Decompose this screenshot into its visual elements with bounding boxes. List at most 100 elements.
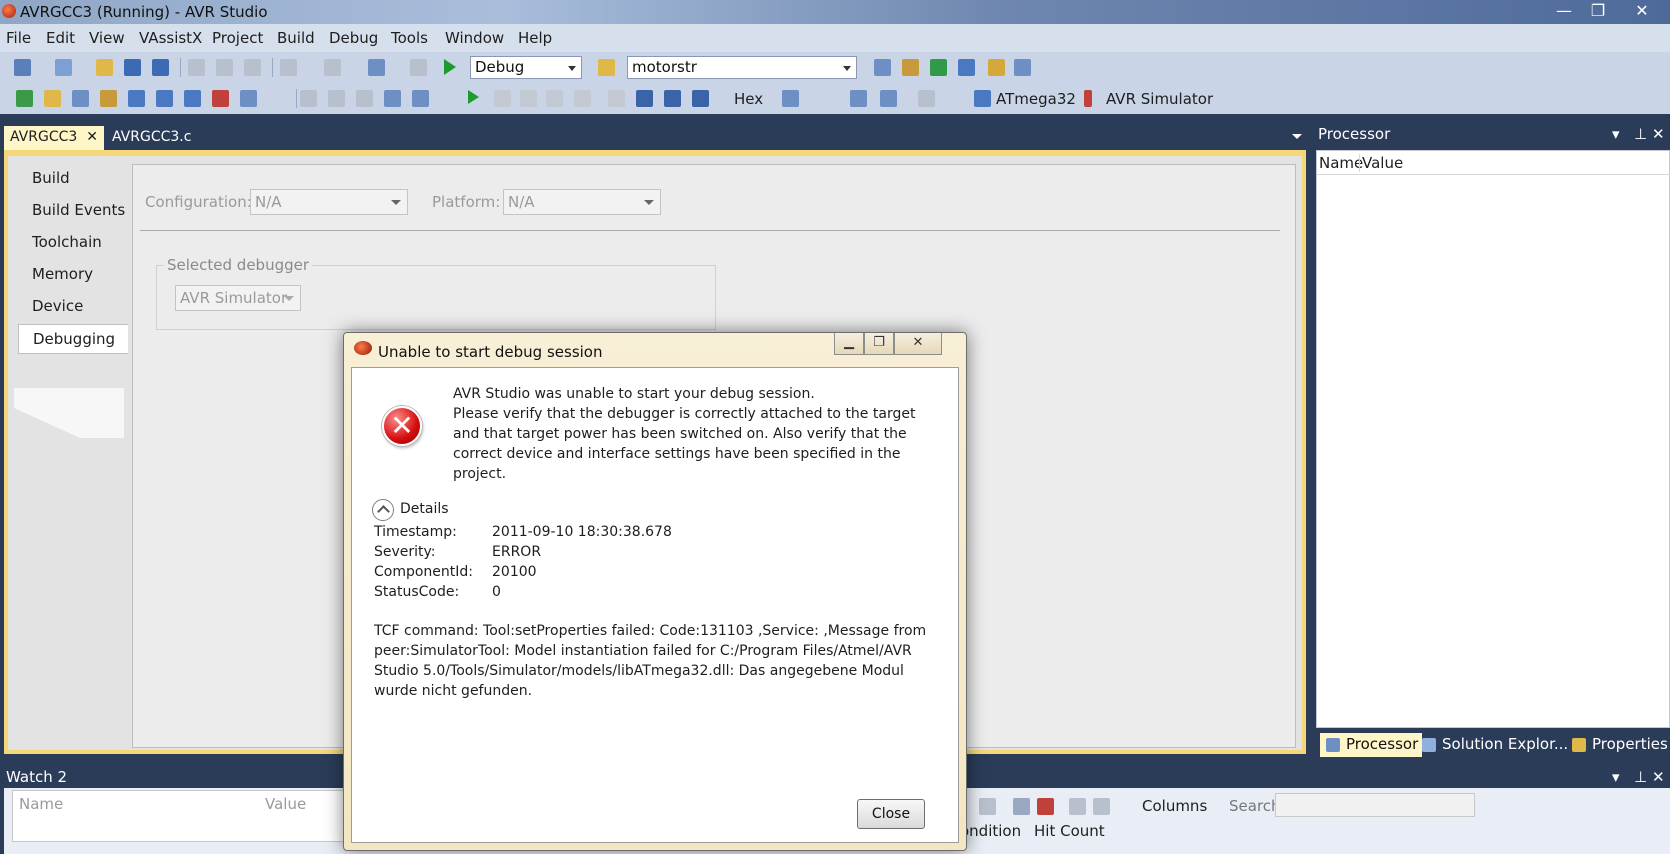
stop-icon[interactable] xyxy=(520,90,537,107)
close-panel-icon[interactable]: ✕ xyxy=(1652,125,1665,143)
tab-build[interactable]: Build xyxy=(18,164,128,194)
save-all-icon[interactable] xyxy=(152,59,169,76)
close-tab-icon[interactable]: ✕ xyxy=(86,129,98,145)
open-file-icon[interactable] xyxy=(44,90,61,107)
tab-avrgcc3-c[interactable]: AVRGCC3.c xyxy=(106,126,197,150)
platform-select[interactable]: N/A xyxy=(503,189,661,215)
menu-window[interactable]: Window xyxy=(445,29,504,47)
maximize-button[interactable]: ❐ xyxy=(1580,0,1616,22)
bp-column-hit-count[interactable]: Hit Count xyxy=(1034,822,1105,840)
import-icon[interactable] xyxy=(1093,798,1110,815)
menu-project[interactable]: Project xyxy=(212,29,263,47)
tab-debugging[interactable]: Debugging xyxy=(18,324,128,354)
step-over-icon[interactable] xyxy=(664,90,681,107)
tab-solution-explorer[interactable]: Solution Explor... xyxy=(1416,733,1572,757)
step-into-icon[interactable] xyxy=(636,90,653,107)
pin-icon[interactable]: ⊥ xyxy=(1634,125,1647,143)
columns-button[interactable]: Columns xyxy=(1142,797,1207,815)
tab-memory[interactable]: Memory xyxy=(18,260,128,290)
reset-icon[interactable] xyxy=(546,90,563,107)
watch-dropdown-icon[interactable]: ▾ xyxy=(1612,768,1620,786)
delete-breakpoint-icon[interactable] xyxy=(979,798,996,815)
menu-build[interactable]: Build xyxy=(277,29,315,47)
disassembly-icon[interactable] xyxy=(412,90,429,107)
watch-pin-icon[interactable]: ⊥ xyxy=(1634,768,1647,786)
dialog-maximize-button[interactable]: ❐ xyxy=(864,333,894,355)
cut-icon[interactable] xyxy=(188,59,205,76)
watch-close-icon[interactable]: ✕ xyxy=(1652,768,1665,786)
tab-build-events[interactable]: Build Events xyxy=(18,196,128,226)
step-out-icon[interactable] xyxy=(574,90,591,107)
panel-dropdown-icon[interactable]: ▾ xyxy=(1612,125,1620,143)
close-button[interactable]: Close xyxy=(857,799,925,829)
bp-column-condition[interactable]: ondition xyxy=(960,822,1021,840)
disable-all-icon[interactable] xyxy=(1037,798,1054,815)
find-in-files-icon[interactable] xyxy=(598,59,615,76)
menu-tools[interactable]: Tools xyxy=(391,29,428,47)
window-layout-icon[interactable] xyxy=(1014,59,1031,76)
open-folder-icon[interactable] xyxy=(96,59,113,76)
details-collapse-icon[interactable] xyxy=(372,499,394,521)
registers-icon[interactable] xyxy=(850,90,867,107)
toolbox-icon[interactable] xyxy=(958,59,975,76)
pause-icon[interactable] xyxy=(494,90,511,107)
breakpoint-search-input[interactable] xyxy=(1275,793,1475,817)
device-programming-icon[interactable] xyxy=(72,90,89,107)
extension-icon[interactable] xyxy=(988,59,1005,76)
clipboard-icon[interactable] xyxy=(240,90,257,107)
uncomment-icon[interactable] xyxy=(328,90,345,107)
copy-icon[interactable] xyxy=(216,59,233,76)
new-project-icon[interactable] xyxy=(14,59,31,76)
start-debugging-icon[interactable] xyxy=(444,59,456,75)
object-browser-icon[interactable] xyxy=(930,59,947,76)
add-item-icon[interactable] xyxy=(55,59,72,76)
tab-avrgcc3[interactable]: AVRGCC3 ✕ xyxy=(4,126,104,150)
watch-column-value[interactable]: Value xyxy=(265,795,306,813)
tab-list-dropdown-icon[interactable] xyxy=(1292,134,1302,139)
navigate-icon[interactable] xyxy=(368,59,385,76)
menu-file[interactable]: File xyxy=(6,29,31,47)
menu-view[interactable]: View xyxy=(89,29,125,47)
tab-toolchain[interactable]: Toolchain xyxy=(18,228,128,258)
menu-help[interactable]: Help xyxy=(518,29,552,47)
go-to-source-icon[interactable] xyxy=(1013,798,1030,815)
tab-processor[interactable]: Processor xyxy=(1320,733,1423,757)
comment-icon[interactable] xyxy=(300,90,317,107)
close-window-button[interactable]: ✕ xyxy=(1624,0,1660,22)
menu-edit[interactable]: Edit xyxy=(46,29,75,47)
dialog-minimize-button[interactable]: ▁ xyxy=(834,333,864,355)
menu-debug[interactable]: Debug xyxy=(329,29,378,47)
code-icon[interactable] xyxy=(184,90,201,107)
redo-icon[interactable] xyxy=(324,59,341,76)
details-label[interactable]: Details xyxy=(400,501,449,517)
configuration-select[interactable]: N/A xyxy=(250,189,408,215)
format-icon[interactable] xyxy=(356,90,373,107)
watch-column-name[interactable]: Name xyxy=(19,795,63,813)
properties-icon[interactable] xyxy=(902,59,919,76)
tool-label[interactable]: AVR Simulator xyxy=(1106,90,1213,108)
build-icon[interactable] xyxy=(16,90,33,107)
tab-properties[interactable]: Properties xyxy=(1566,733,1670,757)
configuration-combo[interactable]: Debug xyxy=(470,56,582,79)
minimize-button[interactable]: — xyxy=(1546,0,1582,22)
watch-icon[interactable] xyxy=(156,90,173,107)
output-icon[interactable] xyxy=(410,59,427,76)
menu-vassistx[interactable]: VAssistX xyxy=(139,29,202,47)
breakpoint-icon[interactable] xyxy=(128,90,145,107)
windows-icon[interactable] xyxy=(782,90,799,107)
column-value[interactable]: Value xyxy=(1359,154,1403,172)
step-return-icon[interactable] xyxy=(692,90,709,107)
find-combo[interactable]: motorstr xyxy=(627,56,857,79)
debugger-select[interactable]: AVR Simulator xyxy=(175,285,301,311)
show-next-statement-icon[interactable] xyxy=(608,90,625,107)
save-icon[interactable] xyxy=(124,59,141,76)
dialog-close-x-button[interactable]: ✕ xyxy=(894,333,942,355)
export-icon[interactable] xyxy=(1069,798,1086,815)
hex-toggle[interactable]: Hex xyxy=(734,90,763,108)
tab-device[interactable]: Device xyxy=(18,292,128,322)
tools-icon[interactable] xyxy=(100,90,117,107)
spell-check-icon[interactable] xyxy=(212,90,229,107)
column-name[interactable]: Name xyxy=(1319,154,1363,172)
undo-icon[interactable] xyxy=(280,59,297,76)
paste-icon[interactable] xyxy=(244,59,261,76)
